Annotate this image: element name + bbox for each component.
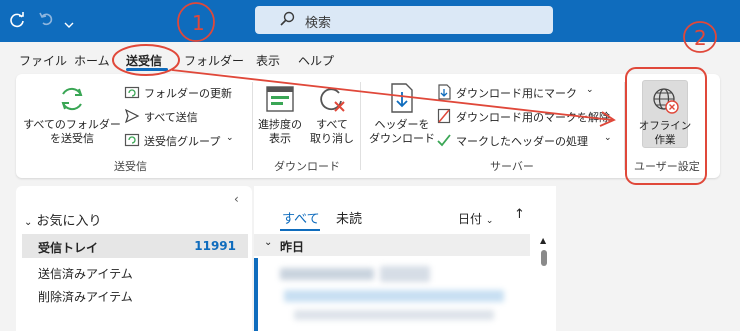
mark-icon [436, 84, 452, 100]
send-receive-groups-button[interactable]: 送受信グループ ⌄ [124, 131, 244, 149]
send-receive-all-button[interactable]: すべてのフォルダー を送受信 [22, 118, 122, 146]
process-marked-headers-button[interactable]: マークしたヘッダーの処理 ⌄ [436, 131, 616, 149]
show-progress-button[interactable]: 進捗度の 表示 [248, 118, 312, 146]
ribbon-tabs: ファイル ホーム 送受信 フォルダー 表示 ヘルプ [0, 42, 740, 74]
mark-to-download-button[interactable]: ダウンロード用にマーク ⌄ [436, 83, 596, 101]
show-progress-label-2: 表示 [269, 132, 291, 145]
process-marked-headers-label: マークしたヘッダーの処理 [456, 135, 588, 148]
blurred-text [380, 266, 430, 282]
sort-label: 日付 [458, 212, 483, 226]
reading-pane [556, 186, 740, 331]
download-headers-icon [384, 82, 418, 118]
folder-item-label: 送信済みアイテム [38, 267, 133, 281]
chevron-down-icon: ⌄ [485, 216, 494, 226]
show-progress-label-1: 進捗度の [258, 118, 302, 131]
check-icon [436, 132, 452, 148]
scroll-up-icon[interactable]: ▲ [540, 236, 546, 245]
update-folder-label: フォルダーの更新 [144, 87, 232, 100]
send-icon [124, 108, 140, 124]
blurred-preview [294, 310, 494, 320]
active-filter-indicator [280, 229, 320, 231]
selected-message-indicator [254, 258, 258, 331]
cancel-all-label-1: すべて [316, 118, 348, 131]
unmark-download-button[interactable]: ダウンロード用のマークを解除 [436, 107, 616, 125]
group-label-server: サーバー [490, 160, 534, 173]
sort-by-date-dropdown[interactable]: 日付 ⌄ [458, 210, 493, 227]
folder-pane: ‹ ⌄ お気に入り 受信トレイ 11991 送信済みアイテム 削除済みアイテム [16, 186, 252, 331]
sync-icon[interactable] [8, 11, 26, 33]
unmark-download-label: ダウンロード用のマークを解除 [456, 111, 610, 124]
progress-icon [260, 86, 300, 116]
work-offline-label: オフライン 作業 [637, 119, 693, 147]
send-receive-all-icon [56, 84, 88, 118]
download-headers-button[interactable]: ヘッダーを ダウンロード [366, 118, 438, 146]
tab-help[interactable]: ヘルプ [298, 52, 334, 69]
send-all-button[interactable]: すべて送信 [124, 107, 244, 125]
chevron-down-icon: ⌄ [604, 133, 612, 143]
send-receive-all-label-2: を送受信 [50, 132, 94, 145]
tab-file[interactable]: ファイル [19, 52, 67, 69]
undo-icon[interactable] [38, 11, 54, 31]
tab-folder[interactable]: フォルダー [184, 52, 244, 69]
folder-update-icon [124, 84, 140, 100]
message-list: すべて 未読 日付 ⌄ ↑ ⌄ 昨日 ▲ [254, 186, 556, 331]
send-all-label: すべて送信 [144, 111, 198, 124]
search-input[interactable]: 検索 [305, 12, 331, 31]
unread-count-badge: 11991 [194, 239, 236, 253]
tab-view[interactable]: 表示 [256, 52, 280, 69]
mark-to-download-label: ダウンロード用にマーク [456, 87, 577, 100]
chevron-down-icon: ⌄ [226, 133, 234, 143]
date-group-header[interactable]: ⌄ 昨日 [254, 234, 530, 256]
send-receive-all-label-1: すべてのフォルダー [23, 118, 121, 131]
cancel-all-label-2: 取り消し [310, 132, 354, 145]
globe-offline-icon [652, 87, 680, 118]
favorites-label: お気に入り [36, 214, 102, 229]
unmark-icon [436, 108, 452, 124]
download-headers-label-1: ヘッダーを [374, 118, 430, 131]
send-receive-groups-label: 送受信グループ [144, 135, 221, 148]
favorites-header[interactable]: ⌄ お気に入り [24, 210, 102, 229]
search-box[interactable]: 検索 [255, 6, 553, 34]
group-divider [624, 82, 625, 170]
blurred-sender [280, 268, 374, 280]
group-label-send-receive: 送受信 [114, 160, 147, 173]
collapse-pane-icon[interactable]: ‹ [234, 192, 239, 206]
filter-unread-tab[interactable]: 未読 [336, 208, 362, 227]
search-icon [279, 11, 295, 27]
title-bar: 検索 [0, 0, 740, 42]
work-offline-label-1: オフライン [638, 120, 692, 132]
folder-item-deleted[interactable]: 削除済みアイテム [38, 288, 133, 305]
group-divider [360, 82, 361, 170]
folder-item-label: 削除済みアイテム [38, 290, 133, 304]
filter-all-tab[interactable]: すべて [282, 208, 320, 227]
groups-icon [124, 132, 140, 148]
chevron-down-icon[interactable] [64, 15, 74, 33]
folder-item-label: 受信トレイ [38, 241, 99, 255]
scrollbar-thumb[interactable] [541, 250, 547, 266]
sort-direction-icon[interactable]: ↑ [514, 207, 525, 222]
update-folder-button[interactable]: フォルダーの更新 [124, 83, 244, 101]
cancel-all-button[interactable]: すべて 取り消し [306, 118, 358, 146]
chevron-down-icon: ⌄ [586, 85, 594, 95]
folder-item-sent[interactable]: 送信済みアイテム [38, 265, 133, 282]
active-tab-indicator [126, 68, 168, 71]
ribbon: すべてのフォルダー を送受信 フォルダーの更新 すべて送信 送受信グループ ⌄ … [16, 74, 720, 178]
group-label-download: ダウンロード [274, 160, 340, 173]
tab-home[interactable]: ホーム [74, 52, 110, 69]
download-headers-label-2: ダウンロード [369, 132, 435, 145]
chevron-down-icon: ⌄ [264, 237, 273, 248]
group-label-preferences: ユーザー設定 [634, 160, 700, 173]
work-offline-button[interactable]: オフライン 作業 [639, 80, 691, 148]
blurred-subject [284, 290, 504, 302]
cancel-all-icon [312, 84, 352, 118]
scrollbar[interactable]: ▲ [540, 236, 548, 268]
work-offline-label-2: 作業 [654, 134, 676, 146]
tab-send-receive[interactable]: 送受信 [126, 52, 162, 69]
folder-item-inbox[interactable]: 受信トレイ 11991 [22, 234, 248, 258]
chevron-down-icon: ⌄ [24, 217, 33, 228]
date-group-label: 昨日 [280, 240, 305, 254]
